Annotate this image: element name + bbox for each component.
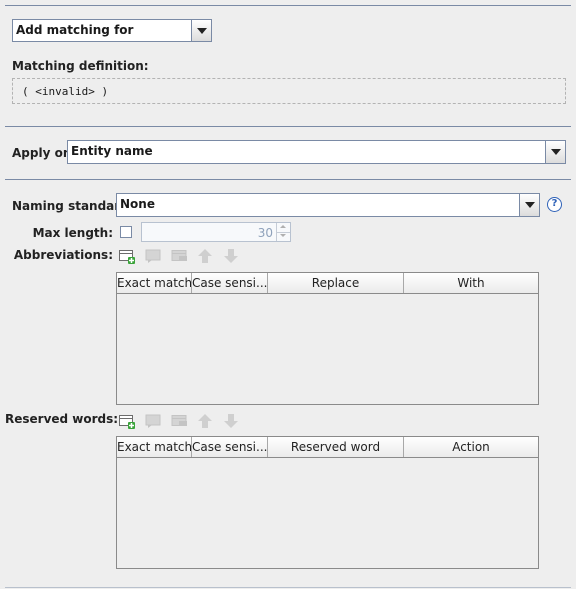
naming-standard-combo[interactable]: None: [116, 193, 540, 217]
abbreviations-table-header: Exact match Case sensi... Replace With: [117, 273, 538, 294]
column-header-with[interactable]: With: [404, 273, 538, 293]
delete-row-icon: [170, 413, 188, 429]
reserved-words-table-header: Exact match Case sensi... Reserved word …: [117, 437, 538, 458]
bottom-separator: [5, 587, 571, 588]
add-row-icon[interactable]: [118, 413, 136, 429]
column-header-case-sensitive[interactable]: Case sensi...: [192, 273, 268, 293]
reserved-words-table[interactable]: Exact match Case sensi... Reserved word …: [116, 436, 539, 569]
max-length-checkbox[interactable]: [120, 226, 132, 238]
add-matching-combo[interactable]: Add matching for: [12, 19, 212, 42]
add-matching-value: Add matching for: [16, 23, 134, 37]
separator-3: [5, 179, 571, 180]
add-matching-dropdown-icon[interactable]: [191, 20, 211, 41]
naming-standard-dropdown-icon[interactable]: [519, 194, 539, 216]
move-up-icon: [196, 413, 214, 429]
naming-standard-value: None: [120, 197, 155, 211]
max-length-spinner[interactable]: 30: [141, 222, 291, 242]
apply-on-combo[interactable]: Entity name: [67, 140, 566, 164]
move-up-icon: [196, 248, 214, 264]
matching-definition-field: ( <invalid> ): [12, 78, 566, 104]
apply-on-value: Entity name: [71, 144, 153, 158]
apply-on-dropdown-icon[interactable]: [545, 141, 565, 163]
reserved-words-toolbar: [118, 413, 248, 429]
edit-row-icon: [144, 413, 162, 429]
move-down-icon: [222, 248, 240, 264]
column-header-exact-match[interactable]: Exact match: [117, 273, 192, 293]
help-icon[interactable]: ?: [547, 197, 562, 212]
abbreviations-table[interactable]: Exact match Case sensi... Replace With: [116, 272, 539, 405]
column-header-replace[interactable]: Replace: [268, 273, 404, 293]
top-separator: [5, 5, 571, 6]
column-header-case-sensitive[interactable]: Case sensi...: [192, 437, 268, 457]
max-length-label: Max length:: [32, 226, 113, 240]
max-length-stepper[interactable]: [276, 223, 290, 241]
spinner-down-icon[interactable]: [277, 232, 290, 241]
abbreviations-label: Abbreviations:: [13, 248, 113, 262]
column-header-reserved-word[interactable]: Reserved word: [268, 437, 404, 457]
move-down-icon: [222, 413, 240, 429]
column-header-exact-match[interactable]: Exact match: [117, 437, 192, 457]
edit-row-icon: [144, 248, 162, 264]
matching-definition-value: ( <invalid> ): [22, 85, 109, 98]
abbreviations-toolbar: [118, 248, 248, 264]
reserved-words-label: Reserved words:: [5, 412, 119, 426]
matching-definition-label: Matching definition:: [12, 59, 149, 73]
add-row-icon[interactable]: [118, 248, 136, 264]
separator-2: [5, 126, 571, 127]
max-length-value: 30: [257, 226, 273, 240]
delete-row-icon: [170, 248, 188, 264]
column-header-action[interactable]: Action: [404, 437, 538, 457]
